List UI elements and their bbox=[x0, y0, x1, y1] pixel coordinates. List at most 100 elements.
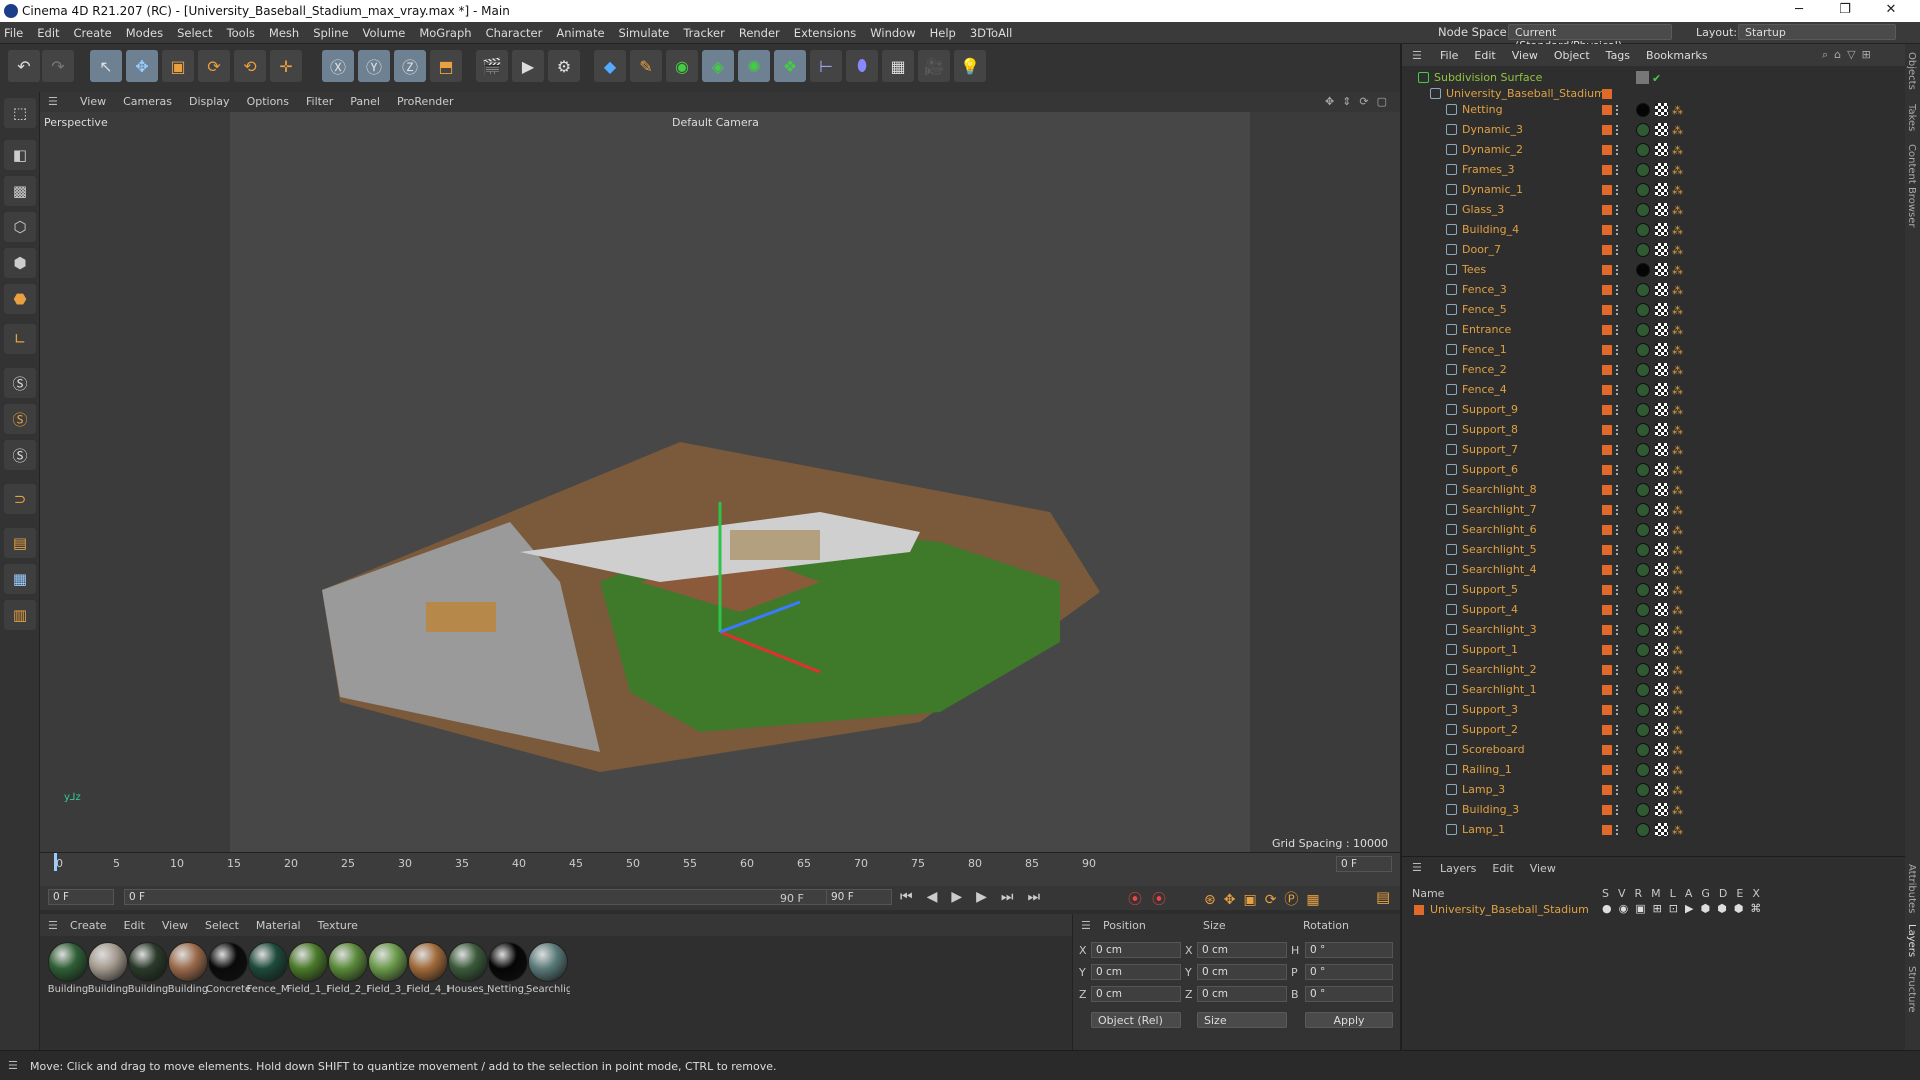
material-tag-icon[interactable] bbox=[1636, 523, 1650, 537]
layer-color-icon[interactable] bbox=[1602, 705, 1612, 715]
extra-tag-icon[interactable]: ⁂ bbox=[1672, 424, 1684, 437]
texture-tag-icon[interactable] bbox=[1655, 423, 1668, 436]
extra-tag-icon[interactable]: ⁂ bbox=[1672, 644, 1684, 657]
material-tag-icon[interactable] bbox=[1636, 543, 1650, 557]
tab-objects[interactable]: Objects bbox=[1906, 52, 1917, 90]
visibility-dots-icon[interactable] bbox=[1616, 445, 1620, 455]
texture-tag-icon[interactable] bbox=[1655, 343, 1668, 356]
magnet-icon[interactable]: ⊃ bbox=[4, 484, 36, 514]
layer-color-icon[interactable] bbox=[1602, 305, 1612, 315]
texture-tag-icon[interactable] bbox=[1655, 183, 1668, 196]
material-menu-texture[interactable]: Texture bbox=[318, 919, 358, 932]
object-row[interactable]: Searchlight_8 ⁂ bbox=[1402, 480, 1882, 500]
undo-icon[interactable]: ↶ bbox=[8, 50, 40, 82]
extra-tag-icon[interactable]: ⁂ bbox=[1672, 684, 1684, 697]
axis-mode-icon[interactable]: ∟ bbox=[4, 324, 36, 354]
extra-tag-icon[interactable]: ⁂ bbox=[1672, 244, 1684, 257]
object-row[interactable]: Searchlight_2 ⁂ bbox=[1402, 660, 1882, 680]
material-tag-icon[interactable] bbox=[1636, 123, 1650, 137]
objects-menu-object[interactable]: Object bbox=[1554, 49, 1590, 62]
object-row[interactable]: Entrance ⁂ bbox=[1402, 320, 1882, 340]
texture-tag-icon[interactable] bbox=[1655, 303, 1668, 316]
layer-color-icon[interactable] bbox=[1602, 345, 1612, 355]
layer-color-icon[interactable] bbox=[1602, 665, 1612, 675]
camera-icon[interactable]: 🎥 bbox=[918, 50, 950, 82]
visibility-dots-icon[interactable] bbox=[1616, 525, 1620, 535]
size-y-field[interactable]: 0 cm bbox=[1197, 964, 1287, 980]
extra-tag-icon[interactable]: ⁂ bbox=[1672, 804, 1684, 817]
objects-menu-tags[interactable]: Tags bbox=[1606, 49, 1630, 62]
object-search-icons[interactable]: ⌕⌂▽⊞ bbox=[1822, 48, 1877, 62]
viewport-menu-prorender[interactable]: ProRender bbox=[397, 95, 454, 108]
layers-menu-view[interactable]: View bbox=[1530, 862, 1556, 875]
visibility-dots-icon[interactable] bbox=[1616, 145, 1620, 155]
extra-tag-icon[interactable]: ⁂ bbox=[1672, 404, 1684, 417]
extra-tag-icon[interactable]: ⁂ bbox=[1672, 264, 1684, 277]
layer-color-icon[interactable] bbox=[1602, 185, 1612, 195]
visibility-dots-icon[interactable] bbox=[1616, 205, 1620, 215]
material-tag-icon[interactable] bbox=[1636, 723, 1650, 737]
layer-color-icon[interactable] bbox=[1602, 565, 1612, 575]
layer-color-icon[interactable] bbox=[1602, 545, 1612, 555]
edges-mode-icon[interactable]: ⬢ bbox=[4, 248, 36, 278]
render-settings-icon[interactable]: ⚙ bbox=[548, 50, 580, 82]
visibility-dots-icon[interactable] bbox=[1616, 345, 1620, 355]
viewport-menu-filter[interactable]: Filter bbox=[306, 95, 333, 108]
end-frame-field[interactable]: 90 F bbox=[826, 889, 892, 905]
menu-3dtoall[interactable]: 3DToAll bbox=[970, 26, 1013, 40]
object-row[interactable]: Frames_3 ⁂ bbox=[1402, 160, 1882, 180]
extra-tag-icon[interactable]: ⁂ bbox=[1672, 584, 1684, 597]
coordinate-mode-dropdown[interactable]: Object (Rel) bbox=[1091, 1012, 1181, 1028]
menu-tracker[interactable]: Tracker bbox=[683, 26, 725, 40]
rotation-b-field[interactable]: 0 ° bbox=[1305, 986, 1393, 1002]
menu-extensions[interactable]: Extensions bbox=[794, 26, 856, 40]
workplane-snap-icon[interactable]: Ⓢ bbox=[4, 440, 36, 470]
menu-render[interactable]: Render bbox=[739, 26, 780, 40]
visibility-dots-icon[interactable] bbox=[1616, 705, 1620, 715]
visibility-dots-icon[interactable] bbox=[1616, 265, 1620, 275]
texture-tag-icon[interactable] bbox=[1655, 723, 1668, 736]
extra-tag-icon[interactable]: ⁂ bbox=[1672, 164, 1684, 177]
visibility-dots-icon[interactable] bbox=[1616, 405, 1620, 415]
material-menu-create[interactable]: Create bbox=[70, 919, 107, 932]
layer-color-icon[interactable] bbox=[1602, 465, 1612, 475]
material-tag-icon[interactable] bbox=[1636, 143, 1650, 157]
material-item[interactable]: Field_2_I bbox=[326, 942, 370, 995]
check-icon[interactable]: ✔ bbox=[1652, 72, 1664, 85]
layers-menu-layers[interactable]: Layers bbox=[1440, 862, 1476, 875]
record-keys-icons[interactable]: ⦿⦿ bbox=[1128, 889, 1176, 909]
status-hamburger-icon[interactable]: ☰ bbox=[8, 1059, 18, 1072]
objects-menu-file[interactable]: File bbox=[1440, 49, 1458, 62]
object-row[interactable]: Door_7 ⁂ bbox=[1402, 240, 1882, 260]
object-row[interactable]: Searchlight_3 ⁂ bbox=[1402, 620, 1882, 640]
visibility-dots-icon[interactable] bbox=[1616, 725, 1620, 735]
material-menu-select[interactable]: Select bbox=[205, 919, 239, 932]
material-item[interactable]: Building bbox=[126, 942, 170, 995]
object-row[interactable]: Searchlight_6 ⁂ bbox=[1402, 520, 1882, 540]
menu-volume[interactable]: Volume bbox=[363, 26, 406, 40]
texture-tag-icon[interactable] bbox=[1655, 283, 1668, 296]
effector-icon[interactable]: ✺ bbox=[738, 50, 770, 82]
x-axis-icon[interactable]: Ⓧ bbox=[322, 50, 354, 82]
viewport-hamburger-icon[interactable]: ☰ bbox=[48, 95, 58, 108]
object-row[interactable]: Fence_1 ⁂ bbox=[1402, 340, 1882, 360]
menu-select[interactable]: Select bbox=[177, 26, 212, 40]
object-row[interactable]: Fence_2 ⁂ bbox=[1402, 360, 1882, 380]
array-icon[interactable]: ◈ bbox=[702, 50, 734, 82]
layer-color-icon[interactable] bbox=[1602, 425, 1612, 435]
material-tag-icon[interactable] bbox=[1636, 583, 1650, 597]
extra-tag-icon[interactable]: ⁂ bbox=[1672, 184, 1684, 197]
extra-tag-icon[interactable]: ⁂ bbox=[1672, 824, 1684, 837]
extra-tag-icon[interactable]: ⁂ bbox=[1672, 504, 1684, 517]
move-tool-icon[interactable]: ✥ bbox=[126, 50, 158, 82]
material-tag-icon[interactable] bbox=[1636, 503, 1650, 517]
workplane-icon[interactable]: ▤ bbox=[4, 528, 36, 558]
material-tag-icon[interactable] bbox=[1636, 783, 1650, 797]
menu-create[interactable]: Create bbox=[74, 26, 112, 40]
object-row[interactable]: Support_8 ⁂ bbox=[1402, 420, 1882, 440]
object-row[interactable]: Searchlight_4 ⁂ bbox=[1402, 560, 1882, 580]
extra-tag-icon[interactable]: ⁂ bbox=[1672, 124, 1684, 137]
extra-tag-icon[interactable]: ⁂ bbox=[1672, 764, 1684, 777]
start-frame-field[interactable]: 0 F bbox=[48, 889, 114, 905]
render-view-icon[interactable]: 🎬 bbox=[476, 50, 508, 82]
